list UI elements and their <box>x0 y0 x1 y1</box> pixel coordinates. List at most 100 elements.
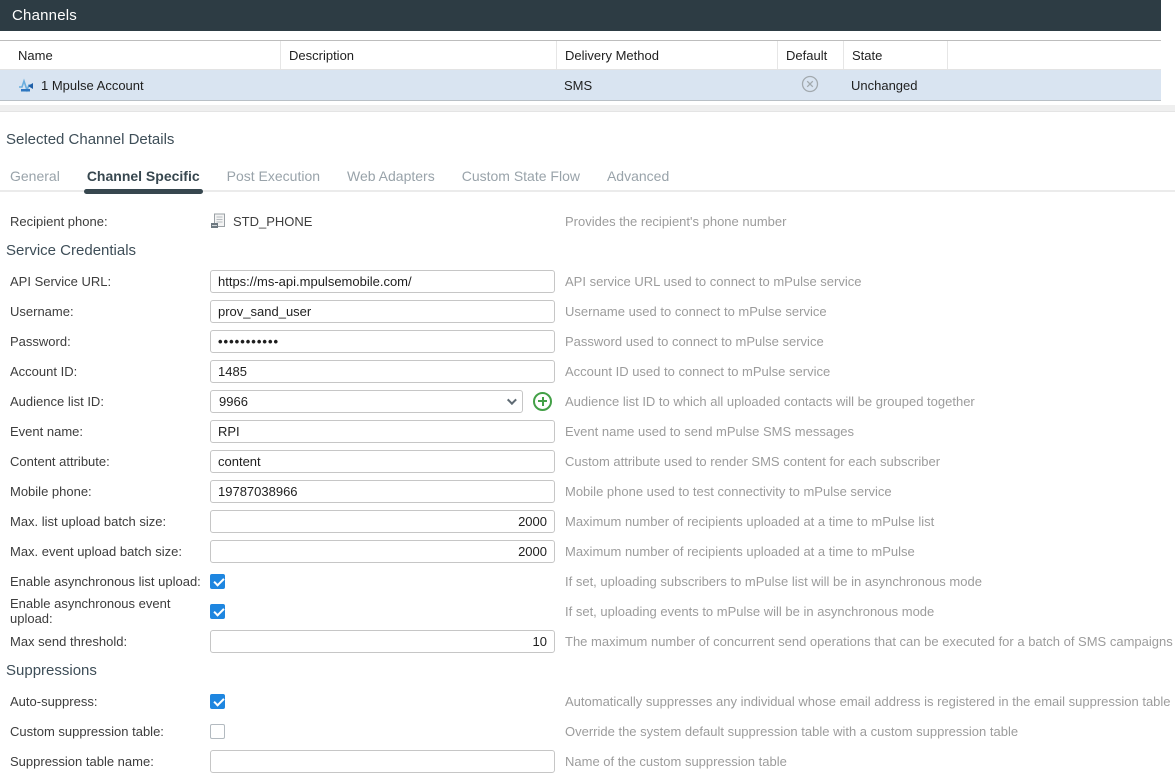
username-help: Username used to connect to mPulse servi… <box>565 304 827 319</box>
horizontal-scrollbar[interactable] <box>0 105 1175 112</box>
password-row: Password: Password used to connect to mP… <box>0 326 1175 356</box>
enable-async-event-upload-label: Enable asynchronous event upload: <box>10 596 210 626</box>
max-send-threshold-row: Max send threshold: The maximum number o… <box>0 626 1175 656</box>
channel-default-cell <box>777 70 843 100</box>
enable-async-list-upload-checkbox[interactable] <box>210 574 225 589</box>
account-id-help: Account ID used to connect to mPulse ser… <box>565 364 830 379</box>
account-id-input[interactable] <box>210 360 555 383</box>
column-header-delivery-method[interactable]: Delivery Method <box>556 41 777 69</box>
audience-list-id-value: 9966 <box>219 394 248 409</box>
chevron-down-icon <box>507 395 517 405</box>
phone-attribute-icon <box>210 213 226 229</box>
channel-row-spacer <box>947 70 1161 100</box>
circle-x-icon <box>801 75 819 96</box>
max-send-threshold-help: The maximum number of concurrent send op… <box>565 634 1173 649</box>
event-name-row: Event name: Event name used to send mPul… <box>0 416 1175 446</box>
auto-suppress-checkbox[interactable] <box>210 694 225 709</box>
recipient-phone-value: STD_PHONE <box>233 214 312 229</box>
mobile-phone-label: Mobile phone: <box>10 484 210 499</box>
suppression-table-name-input[interactable] <box>210 750 555 773</box>
suppressions-heading: Suppressions <box>0 656 1175 686</box>
max-event-upload-batch-size-label: Max. event upload batch size: <box>10 544 210 559</box>
recipient-phone-row: Recipient phone: STD_PHONE Provides the … <box>0 206 1175 236</box>
channel-state-cell: Unchanged <box>843 70 947 100</box>
username-row: Username: Username used to connect to mP… <box>0 296 1175 326</box>
api-service-url-label: API Service URL: <box>10 274 210 289</box>
channel-delivery-method-cell: SMS <box>556 70 777 100</box>
tab-advanced[interactable]: Advanced <box>607 168 669 190</box>
enable-async-list-upload-label: Enable asynchronous list upload: <box>10 574 210 589</box>
content-attribute-label: Content attribute: <box>10 454 210 469</box>
details-tab-bar: General Channel Specific Post Execution … <box>0 168 1175 192</box>
custom-suppression-table-label: Custom suppression table: <box>10 724 210 739</box>
account-id-label: Account ID: <box>10 364 210 379</box>
audience-list-id-label: Audience list ID: <box>10 394 210 409</box>
max-event-upload-batch-size-row: Max. event upload batch size: Maximum nu… <box>0 536 1175 566</box>
enable-async-event-upload-help: If set, uploading events to mPulse will … <box>565 604 934 619</box>
password-input[interactable] <box>210 330 555 353</box>
column-header-default[interactable]: Default <box>777 41 843 69</box>
channel-name-cell: 1 Mpulse Account <box>0 70 280 100</box>
mobile-phone-help: Mobile phone used to test connectivity t… <box>565 484 892 499</box>
column-header-state[interactable]: State <box>843 41 947 69</box>
page-title: Channels <box>0 0 1161 31</box>
auto-suppress-help: Automatically suppresses any individual … <box>565 694 1171 709</box>
tab-channel-specific[interactable]: Channel Specific <box>87 168 200 190</box>
audience-list-id-help: Audience list ID to which all uploaded c… <box>565 394 975 409</box>
enable-async-list-upload-help: If set, uploading subscribers to mPulse … <box>565 574 982 589</box>
password-help: Password used to connect to mPulse servi… <box>565 334 824 349</box>
tab-post-execution[interactable]: Post Execution <box>227 168 320 190</box>
custom-suppression-table-row: Custom suppression table: Override the s… <box>0 716 1175 746</box>
column-header-description[interactable]: Description <box>280 41 556 69</box>
mobile-phone-input[interactable] <box>210 480 555 503</box>
auto-suppress-label: Auto-suppress: <box>10 694 210 709</box>
event-name-input[interactable] <box>210 420 555 443</box>
channel-specific-form: Recipient phone: STD_PHONE Provides the … <box>0 206 1175 776</box>
max-send-threshold-input[interactable] <box>210 630 555 653</box>
max-list-upload-batch-size-help: Maximum number of recipients uploaded at… <box>565 514 934 529</box>
api-service-url-input[interactable] <box>210 270 555 293</box>
auto-suppress-row: Auto-suppress: Automatically suppresses … <box>0 686 1175 716</box>
audience-list-id-select[interactable]: 9966 <box>210 390 523 413</box>
max-list-upload-batch-size-input[interactable] <box>210 510 555 533</box>
content-attribute-input[interactable] <box>210 450 555 473</box>
mobile-phone-row: Mobile phone: Mobile phone used to test … <box>0 476 1175 506</box>
enable-async-list-upload-row: Enable asynchronous list upload: If set,… <box>0 566 1175 596</box>
event-name-help: Event name used to send mPulse SMS messa… <box>565 424 854 439</box>
recipient-phone-help: Provides the recipient's phone number <box>565 214 786 229</box>
table-row[interactable]: 1 Mpulse Account SMS Unchanged <box>0 70 1161 100</box>
channels-table: Name Description Delivery Method Default… <box>0 40 1161 101</box>
channel-name: 1 Mpulse Account <box>41 78 144 93</box>
service-credentials-heading: Service Credentials <box>0 236 1175 266</box>
custom-suppression-table-checkbox[interactable] <box>210 724 225 739</box>
password-label: Password: <box>10 334 210 349</box>
enable-async-event-upload-row: Enable asynchronous event upload: If set… <box>0 596 1175 626</box>
tab-web-adapters[interactable]: Web Adapters <box>347 168 435 190</box>
custom-suppression-table-help: Override the system default suppression … <box>565 724 1018 739</box>
column-header-spacer <box>947 41 1161 69</box>
tab-general[interactable]: General <box>10 168 60 190</box>
content-attribute-row: Content attribute: Custom attribute used… <box>0 446 1175 476</box>
column-header-name[interactable]: Name <box>0 41 280 69</box>
recipient-phone-label: Recipient phone: <box>10 214 210 229</box>
suppression-table-name-label: Suppression table name: <box>10 754 210 769</box>
username-input[interactable] <box>210 300 555 323</box>
tab-custom-state-flow[interactable]: Custom State Flow <box>462 168 580 190</box>
event-name-label: Event name: <box>10 424 210 439</box>
max-event-upload-batch-size-help: Maximum number of recipients uploaded at… <box>565 544 915 559</box>
enable-async-event-upload-checkbox[interactable] <box>210 604 225 619</box>
add-audience-list-button[interactable] <box>533 392 552 411</box>
username-label: Username: <box>10 304 210 319</box>
account-id-row: Account ID: Account ID used to connect t… <box>0 356 1175 386</box>
max-send-threshold-label: Max send threshold: <box>10 634 210 649</box>
table-header-row: Name Description Delivery Method Default… <box>0 41 1161 70</box>
api-service-url-row: API Service URL: API service URL used to… <box>0 266 1175 296</box>
api-service-url-help: API service URL used to connect to mPuls… <box>565 274 861 289</box>
max-list-upload-batch-size-label: Max. list upload batch size: <box>10 514 210 529</box>
suppression-table-name-row: Suppression table name: Name of the cust… <box>0 746 1175 776</box>
content-attribute-help: Custom attribute used to render SMS cont… <box>565 454 940 469</box>
audience-list-id-row: Audience list ID: 9966 Audience list ID … <box>0 386 1175 416</box>
max-list-upload-batch-size-row: Max. list upload batch size: Maximum num… <box>0 506 1175 536</box>
selected-channel-details-heading: Selected Channel Details <box>0 131 1175 148</box>
max-event-upload-batch-size-input[interactable] <box>210 540 555 563</box>
